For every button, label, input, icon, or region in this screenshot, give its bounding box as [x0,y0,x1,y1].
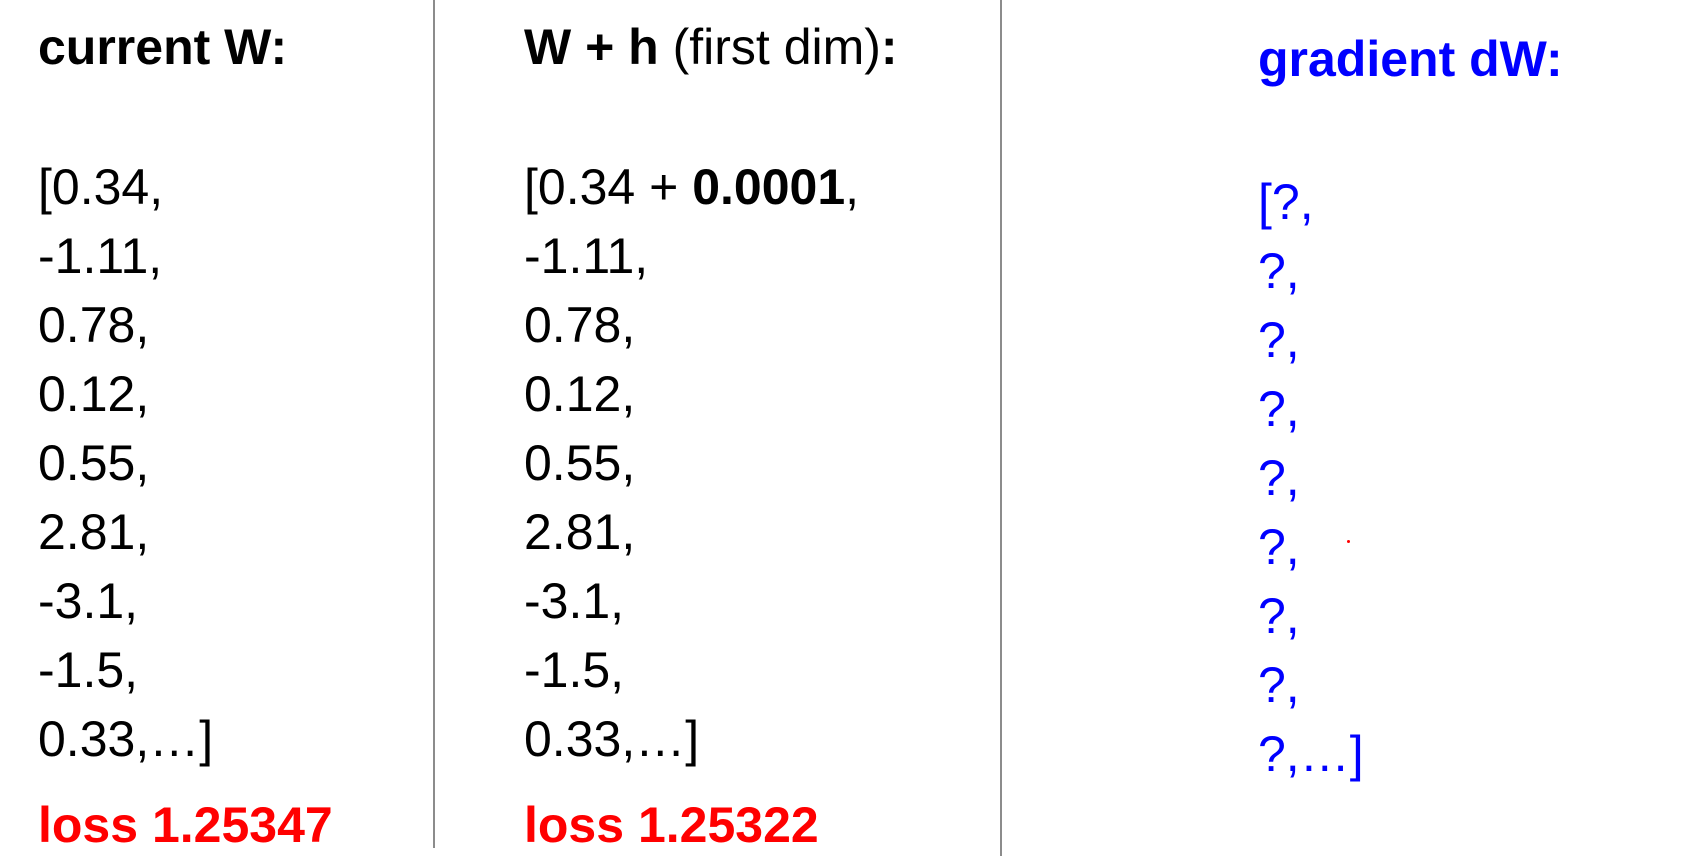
current-w-value: -1.11, [38,228,163,284]
stray-dot [1347,540,1350,543]
gradient-value: ?, [1258,519,1300,575]
gradient-value: ?, [1258,657,1300,713]
current-w-values: [0.34, -1.11, 0.78, 0.12, 0.55, 2.81, -3.1, -1.… [38,153,213,774]
w-plus-h-value: -3.1, [524,573,625,629]
gradient-heading: gradient dW: [1258,31,1563,87]
w-plus-h-value: 2.81, [524,504,636,560]
w-plus-h-value: 0.12, [524,366,636,422]
current-w-value: -1.5, [38,642,139,698]
w-plus-h-loss: loss 1.25322 [524,797,819,853]
w-plus-h-values: [0.34 + 0.0001, -1.11, 0.78, 0.12, 0.55, 2.8… [524,153,859,774]
w-plus-h-heading-bold: W + h [524,19,659,75]
w-plus-h-value: 0.55, [524,435,636,491]
w-plus-h-value: -1.5, [524,642,625,698]
step-h-value: 0.0001 [692,159,846,215]
gradient-value: ?, [1258,588,1300,644]
current-w-value: 0.78, [38,297,150,353]
current-loss: loss 1.25347 [38,797,333,853]
current-w-value: 0.12, [38,366,150,422]
gradient-value: ?,…] [1258,726,1364,782]
w-plus-h-heading-note: (first dim) [658,19,881,75]
gradient-value: [?, [1258,174,1314,230]
w-plus-h-value: -1.11, [524,228,649,284]
current-w-value: 2.81, [38,504,150,560]
gradient-value: ?, [1258,450,1300,506]
w-plus-h-value: 0.78, [524,297,636,353]
w-plus-h-value: 0.33,…] [524,711,700,767]
gradient-value: ?, [1258,243,1300,299]
gradient-value: ?, [1258,312,1300,368]
first-value-prefix: [0.34 + [524,159,693,215]
current-w-heading: current W: [38,19,288,75]
current-w-value: [0.34, [38,159,164,215]
first-value-suffix: , [845,159,860,215]
current-w-value: -3.1, [38,573,139,629]
current-w-value: 0.55, [38,435,150,491]
w-plus-h-heading: W + h (first dim): [524,22,898,72]
column-divider [1000,0,1002,856]
w-plus-h-heading-colon: : [880,19,898,75]
gradient-value: ?, [1258,381,1300,437]
column-divider [433,0,435,848]
gradient-values: [?,?,?,?,?,?,?,?, ?,…] [1258,168,1364,789]
current-w-value: 0.33,…] [38,711,214,767]
w-plus-h-first-value: [0.34 + 0.0001, [524,153,859,222]
